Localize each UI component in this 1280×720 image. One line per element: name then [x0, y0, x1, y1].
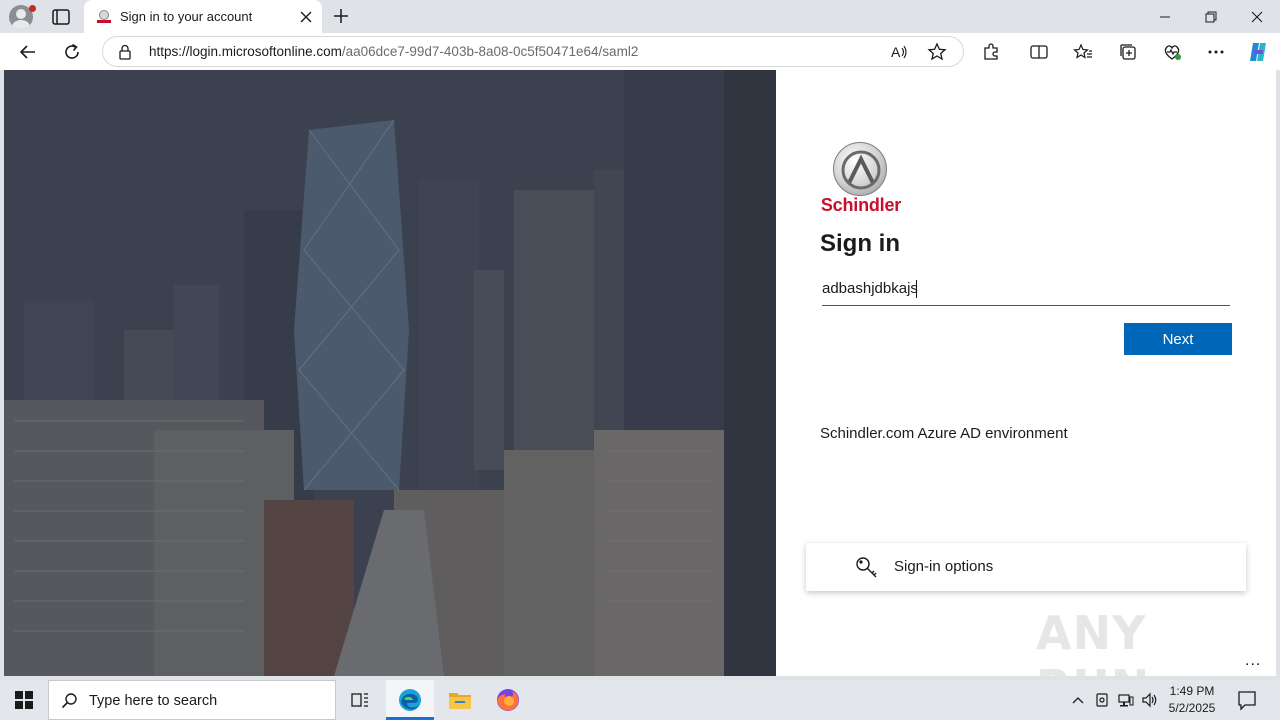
- new-tab-icon[interactable]: [330, 5, 352, 27]
- close-tab-icon[interactable]: [298, 9, 314, 25]
- notification-center-icon[interactable]: [1236, 688, 1258, 712]
- lock-icon[interactable]: [118, 44, 132, 60]
- tab-strip: Sign in to your account: [0, 0, 1280, 33]
- file-explorer-icon[interactable]: [436, 680, 484, 720]
- anyrun-watermark: ANY RUN: [1036, 606, 1149, 676]
- close-window-icon[interactable]: [1234, 0, 1280, 33]
- username-input[interactable]: [822, 274, 1230, 306]
- refresh-icon[interactable]: [60, 40, 84, 64]
- browser-essentials-icon[interactable]: [1160, 40, 1184, 64]
- environment-description: Schindler.com Azure AD environment: [820, 425, 1068, 442]
- clock-time: 1:49 PM: [1169, 684, 1215, 698]
- key-search-icon: [856, 557, 877, 578]
- system-clock[interactable]: 1:49 PM 5/2/2025: [1160, 683, 1224, 717]
- url-host: https://login.microsoftonline.com: [149, 44, 342, 59]
- windows-taskbar: Type here to search 1:49 PM 5/2/2025: [0, 680, 1280, 720]
- minimize-icon[interactable]: [1142, 0, 1188, 33]
- page-title: Sign in: [820, 230, 900, 257]
- favorites-icon[interactable]: [1071, 40, 1095, 64]
- restore-icon[interactable]: [1188, 0, 1234, 33]
- city-skyline-background-image: [4, 70, 776, 676]
- sign-in-options-button[interactable]: Sign-in options: [806, 543, 1246, 591]
- more-options-icon[interactable]: ...: [1245, 652, 1261, 670]
- edge-taskbar-icon[interactable]: [386, 680, 434, 720]
- text-caret: [916, 280, 917, 298]
- split-screen-icon[interactable]: [1027, 40, 1051, 64]
- show-hidden-icons-chevron-icon[interactable]: [1069, 690, 1087, 710]
- schindler-logo: Schindler: [818, 140, 904, 216]
- back-arrow-icon[interactable]: [16, 40, 40, 64]
- read-aloud-icon[interactable]: A: [889, 42, 909, 62]
- copilot-icon[interactable]: [1246, 40, 1270, 64]
- windows-start-icon[interactable]: [0, 680, 48, 720]
- volume-icon[interactable]: [1141, 690, 1159, 710]
- tab-actions-icon[interactable]: [50, 6, 72, 28]
- brand-wordmark: Schindler: [820, 195, 902, 215]
- url-path: /aa06dce7-99d7-403b-8a08-0c5f50471e64/sa…: [341, 44, 639, 59]
- browser-toolbar: https://login.microsoftonline.com/aa06dc…: [0, 33, 1280, 70]
- task-view-icon[interactable]: [336, 680, 384, 720]
- clock-date: 5/2/2025: [1168, 701, 1216, 715]
- page-content: Schindler Sign in Next Schindler.com Azu…: [4, 70, 1276, 676]
- sign-in-panel: Schindler Sign in Next Schindler.com Azu…: [776, 70, 1276, 676]
- schindler-emblem-icon: [833, 142, 887, 196]
- network-icon[interactable]: [1117, 690, 1135, 710]
- profile-notification-dot: [29, 5, 36, 12]
- extensions-icon[interactable]: [979, 40, 1003, 64]
- more-menu-icon[interactable]: [1204, 40, 1228, 64]
- url-text: https://login.microsoftonline.com/aa06dc…: [149, 44, 638, 59]
- device-tray-icon[interactable]: [1093, 690, 1111, 710]
- page-favicon-icon: [97, 10, 111, 23]
- firefox-icon[interactable]: [484, 680, 532, 720]
- search-icon: [61, 693, 77, 709]
- sign-in-options-label: Sign-in options: [894, 558, 994, 575]
- address-bar[interactable]: https://login.microsoftonline.com/aa06dc…: [102, 36, 964, 67]
- collections-icon[interactable]: [1116, 40, 1140, 64]
- active-tab[interactable]: Sign in to your account: [84, 0, 322, 33]
- favorite-star-icon[interactable]: [927, 42, 947, 62]
- taskbar-search-box[interactable]: Type here to search: [48, 680, 336, 720]
- tab-title: Sign in to your account: [120, 9, 253, 24]
- search-placeholder: Type here to search: [89, 693, 218, 709]
- svg-text:A: A: [891, 44, 901, 60]
- next-button[interactable]: Next: [1124, 323, 1232, 355]
